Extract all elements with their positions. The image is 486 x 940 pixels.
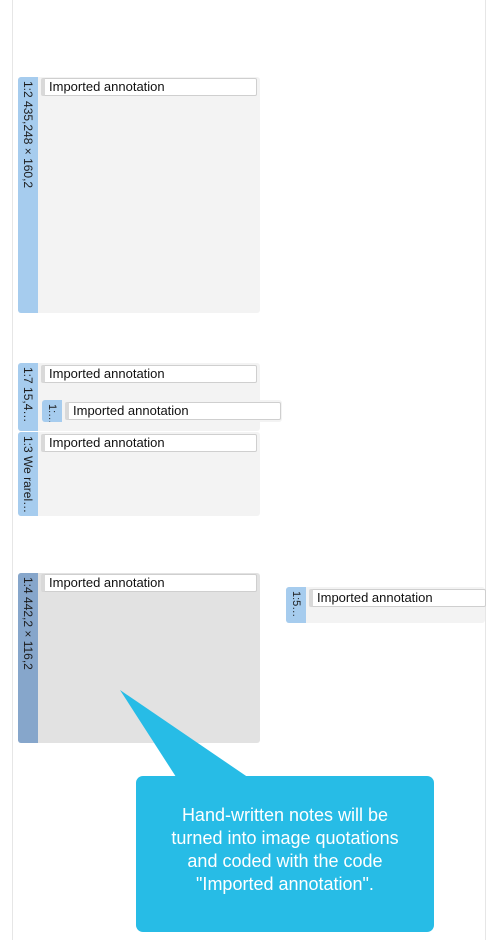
quotation-1-2[interactable] xyxy=(18,77,260,313)
callout-text: Hand-written notes will be turned into i… xyxy=(142,804,428,896)
quotation-tab-label: 1:4 442,2 × 116,2 xyxy=(21,577,35,670)
callout-line: turned into image quotations xyxy=(171,828,399,848)
callout-line: and coded with the code xyxy=(187,851,383,871)
code-label-imported-annotation[interactable]: Imported annotation xyxy=(41,574,257,592)
left-divider xyxy=(12,0,13,940)
margin-area: 1:2 435,248 × 160,2 Imported annotation … xyxy=(0,0,486,940)
code-label-imported-annotation[interactable]: Imported annotation xyxy=(41,365,257,383)
callout-line: "Imported annotation". xyxy=(196,874,374,894)
quotation-tab-label: 1:… xyxy=(46,404,58,422)
quotation-tab-small[interactable]: 1:… xyxy=(42,400,62,422)
quotation-tab-label: 1:3 We rarel… xyxy=(21,436,35,514)
quotation-tab-1-3[interactable]: 1:3 We rarel… xyxy=(18,432,38,516)
quotation-tab-label: 1:5… xyxy=(290,591,302,618)
quotation-tab-1-2[interactable]: 1:2 435,248 × 160,2 xyxy=(18,77,38,313)
code-label-imported-annotation[interactable]: Imported annotation xyxy=(65,402,281,420)
callout-line: Hand-written notes will be xyxy=(181,805,389,825)
quotation-tab-1-7[interactable]: 1:7 15,4… xyxy=(18,363,38,431)
quotation-tab-1-4[interactable]: 1:4 442,2 × 116,2 xyxy=(18,573,38,743)
quotation-tab-1-5[interactable]: 1:5… xyxy=(286,587,306,623)
callout-tooltip: Hand-written notes will be turned into i… xyxy=(136,776,434,932)
code-label-imported-annotation[interactable]: Imported annotation xyxy=(309,589,486,607)
quotation-1-4[interactable] xyxy=(18,573,260,743)
code-label-imported-annotation[interactable]: Imported annotation xyxy=(41,78,257,96)
code-label-imported-annotation[interactable]: Imported annotation xyxy=(41,434,257,452)
quotation-tab-label: 1:2 435,248 × 160,2 xyxy=(21,81,35,189)
quotation-tab-label: 1:7 15,4… xyxy=(21,367,35,423)
